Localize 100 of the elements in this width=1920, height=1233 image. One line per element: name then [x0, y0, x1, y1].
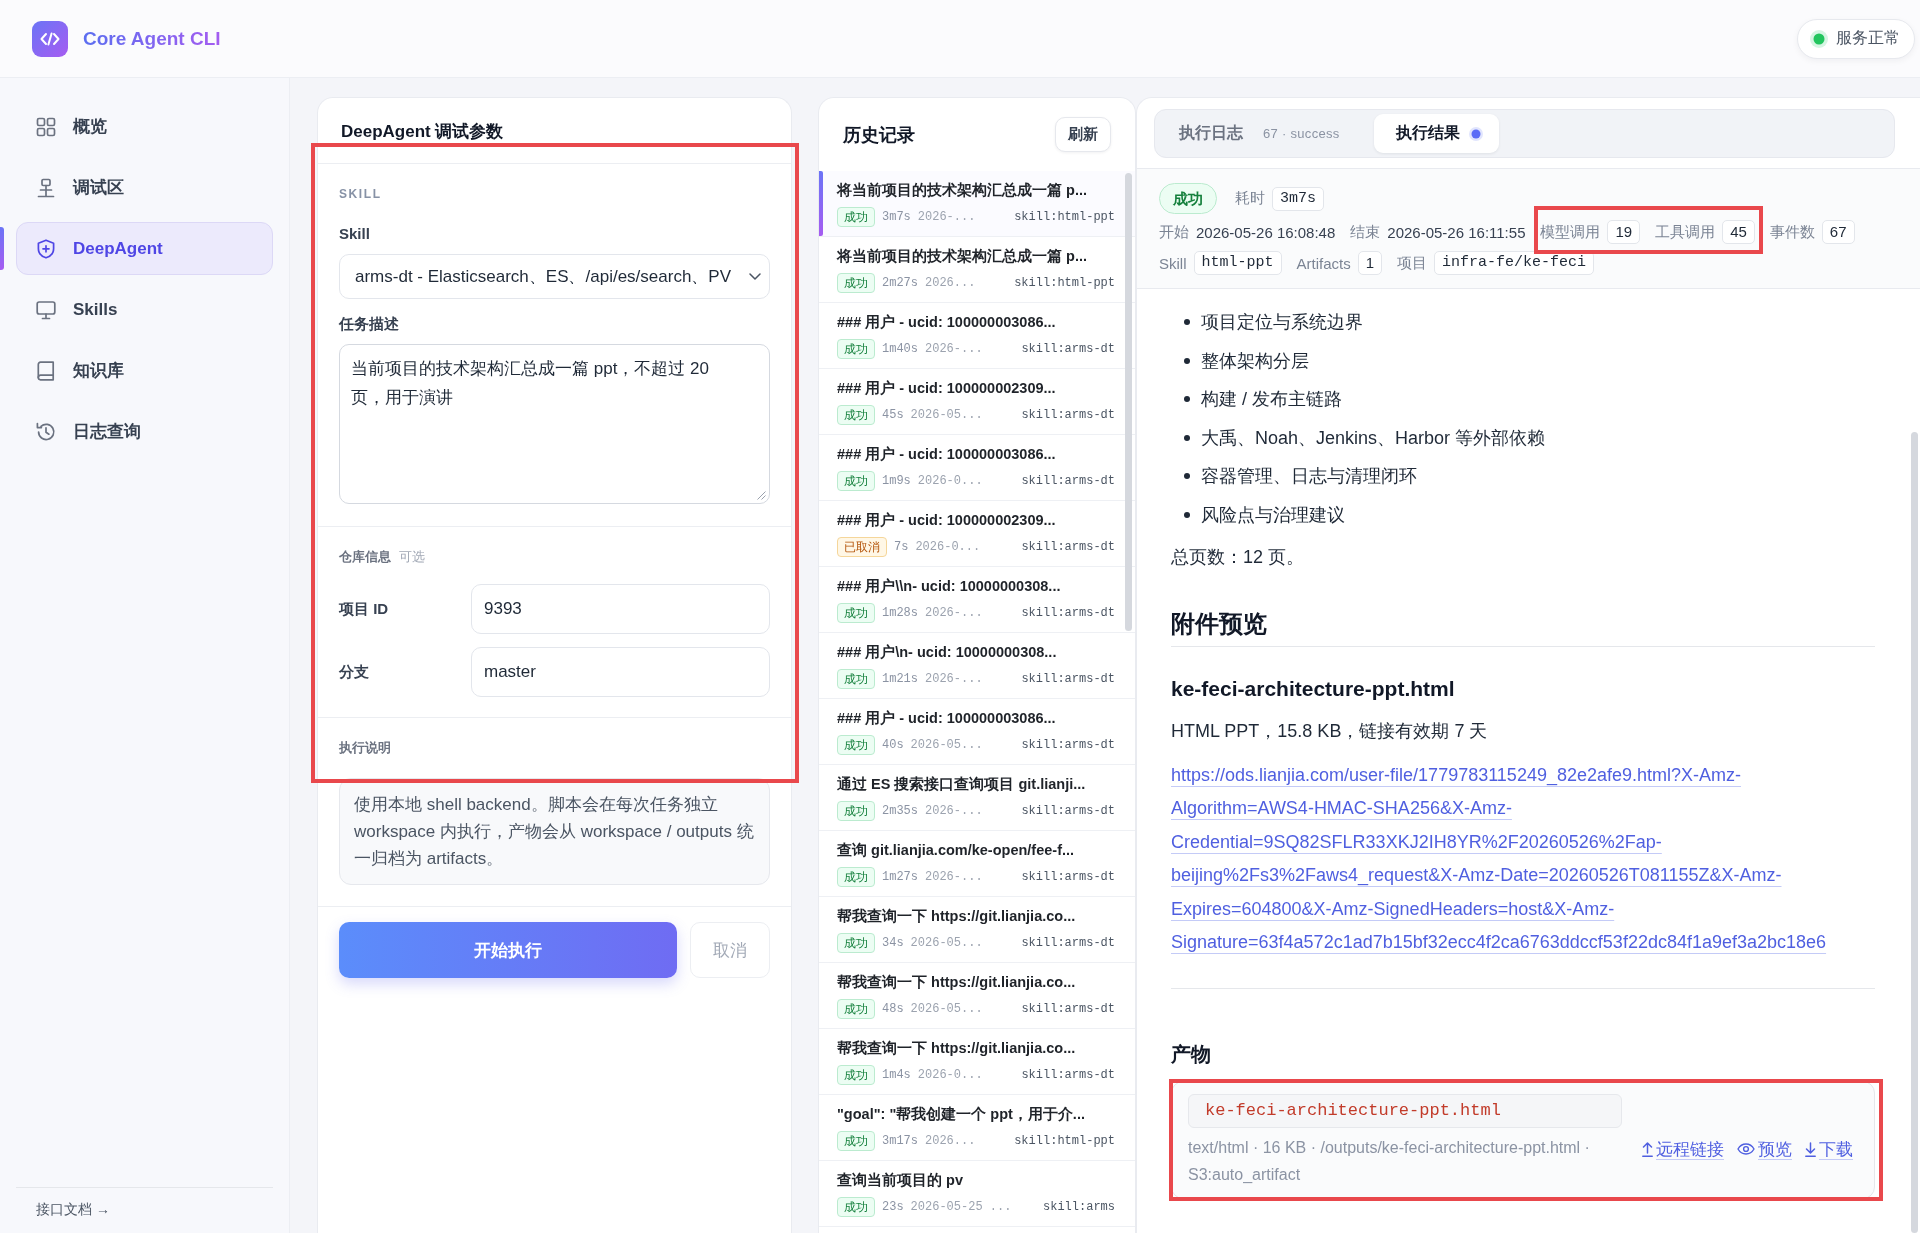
skill-select[interactable]: arms-dt - Elasticsearch、ES、/api/es/search、PV	[339, 254, 770, 299]
status-badge: 成功	[837, 207, 875, 227]
status-badge: 成功	[837, 1065, 875, 1085]
history-item[interactable]: "goal": "帮我创建一个 ppt，用于介... 成功 3m17s 2026... skill:html-ppt	[819, 1095, 1135, 1161]
scrollbar-thumb[interactable]	[1125, 173, 1132, 631]
scrollbar-thumb[interactable]	[1911, 432, 1918, 1233]
history-title: ### 用户 - ucid: 100000002309...	[837, 511, 1056, 530]
pedestal-icon	[36, 177, 56, 198]
eye-icon	[1737, 1143, 1755, 1156]
list-item-text: 风险点与治理建议	[1201, 503, 1345, 527]
date-text: 2026-05...	[910, 408, 983, 422]
nav-item[interactable]: Skills	[16, 283, 273, 336]
history-title: 帮我查询一下 https://git.lianjia.co...	[837, 907, 1076, 926]
date-text: 2026-...	[925, 804, 983, 818]
run-button[interactable]: 开始执行	[339, 922, 678, 978]
history-title: ### 用户 - ucid: 100000002309...	[837, 379, 1056, 398]
status-badge: 成功	[837, 471, 875, 491]
section-label: 仓库信息	[339, 548, 391, 566]
status-badge: 已取消	[837, 537, 887, 557]
date-text: 2026-05-25 ...	[910, 1200, 1012, 1214]
body-text: HTML PPT，15.8 KB，链接有效期 7 天	[1171, 720, 1488, 743]
stat-label: Artifacts	[1296, 254, 1351, 272]
skill-text: skill:arms	[1043, 1200, 1115, 1214]
history-title: 查询当前项目的 pv	[837, 1171, 963, 1190]
history-item[interactable]: 查询当前项目的 pv 成功 23s 2026-05-25 ... skill:arms	[819, 1161, 1135, 1227]
stat-label: Skill	[1159, 254, 1187, 272]
history-item[interactable]: 通过 ES 搜索接口查询项目 git.lianji... 成功 2m35s 2026-... skill:arms-dt	[819, 765, 1135, 831]
file-title: ke-feci-architecture-ppt.html	[1171, 676, 1455, 702]
duration-text: 3m7s	[882, 210, 911, 224]
date-text: 2026-...	[925, 342, 983, 356]
panel-title: DeepAgent 调试参数	[341, 122, 504, 141]
nav-item[interactable]: 知识库	[16, 344, 273, 397]
stat-label: 开始	[1159, 222, 1189, 242]
history-item[interactable]: 帮我查询一下 https://git.lianjia.co... 成功 48s 2026-05... skill:arms-dt	[819, 963, 1135, 1029]
bullet-icon	[1184, 396, 1190, 403]
stat-label: 工具调用	[1655, 222, 1716, 242]
stat-value: 19	[1607, 220, 1641, 244]
skill-text: skill:arms-dt	[1021, 1068, 1115, 1082]
duration-text: 1m9s	[882, 474, 911, 488]
duration-text: 3m17s	[882, 1134, 918, 1148]
status-badge: 成功	[837, 1197, 875, 1217]
stat-value: 2026-05-26 16:11:55	[1387, 223, 1526, 241]
duration-text: 1m21s	[882, 672, 918, 686]
field-label: 项目 ID	[339, 599, 389, 619]
task-field[interactable]: 当前项目的技术架构汇总成一篇 ppt，不超过 20 页，用于演讲	[339, 344, 770, 504]
bullet-icon	[1184, 473, 1190, 480]
bullet-icon	[1184, 357, 1190, 364]
file-meta: text/html · 16 KB · /outputs/ke-feci-architecture-ppt.html · S3:auto_artifact	[1188, 1138, 1591, 1186]
file-link[interactable]: https://ods.lianjia.com/user-file/1779783115249_82e2afe9.html?X-Amz-Algorithm=AWS4-HMAC-SHA256&X-Amz-Credential=9SQ82SFLR33XKJ2IH8YR%2F20260526%2Fap-beijing%2Fs3%2Faws4_request&X-Amz-Date=20260526T081155Z&X-Amz-Expires=604800&X-Amz-SignedHeaders=host&X-Amz-Signature=63f4a572c1ad7b15bf32ecc4f2ca6763ddccf53f22dc84f1a9ef3a2bc18e6	[1171, 759, 1875, 960]
skill-text: skill:html-ppt	[1014, 276, 1115, 290]
stat-value: 1	[1357, 251, 1383, 275]
body-text: 总页数：12 页。	[1171, 546, 1305, 569]
list-item-text: 整体架构分层	[1201, 349, 1309, 373]
duration-text: 1m28s	[882, 606, 918, 620]
history-item[interactable]: 将当前项目的技术架构汇总成一篇 p... 成功 3m7s 2026-... skill:html-ppt	[819, 171, 1135, 237]
stat-label: 项目	[1397, 253, 1428, 273]
refresh-button[interactable]: 刷新	[1055, 117, 1111, 152]
remote-link[interactable]: 远程链接	[1642, 1137, 1724, 1161]
history-title: 将当前项目的技术架构汇总成一篇 p...	[837, 247, 1087, 266]
status-badge: 成功	[837, 1131, 875, 1151]
history-item[interactable]: 查询 git.lianjia.com/ke-open/fee-f... 成功 1m27s 2026-... skill:arms-dt	[819, 831, 1135, 897]
history-title: 帮我查询一下 https://git.lianjia.co...	[837, 973, 1076, 992]
duration-text: 7s	[894, 540, 909, 554]
skill-text: skill:arms-dt	[1021, 1002, 1115, 1016]
tab[interactable]: 执行结果	[1373, 114, 1499, 153]
bullet-icon	[1184, 511, 1190, 518]
history-item[interactable]: 帮我查询一下 https://git.lianjia.co... 成功 34s 2026-05... skill:arms-dt	[819, 897, 1135, 963]
date-text: 2026-...	[925, 606, 983, 620]
status-badge: 成功	[837, 669, 875, 689]
book-icon	[36, 360, 56, 381]
file-name: ke-feci-architecture-ppt.html	[1188, 1094, 1622, 1129]
skill-text: skill:arms-dt	[1021, 804, 1115, 818]
duration-text: 1m27s	[882, 870, 918, 884]
stat-value: 67	[1821, 220, 1855, 244]
selection-indicator	[0, 227, 4, 270]
tab[interactable]: 执行日志 67 · success	[1159, 114, 1360, 153]
history-title: 将当前项目的技术架构汇总成一篇 p...	[837, 181, 1087, 200]
input-field[interactable]: 9393	[471, 584, 770, 634]
panel-title: 历史记录	[843, 123, 915, 147]
stat-value: 2026-05-26 16:08:48	[1196, 223, 1336, 241]
duration-text: 23s	[882, 1200, 904, 1214]
download-link[interactable]: 下载	[1805, 1137, 1853, 1161]
history-item[interactable]: 帮我查询一下 https://git.lianjia.co... 成功 1m4s 2026-0... skill:arms-dt	[819, 1029, 1135, 1095]
history-title: ### 用户\n- ucid: 10000000308...	[837, 643, 1057, 662]
history-title: ### 用户 - ucid: 100000003086...	[837, 445, 1056, 464]
history-title: ### 用户 - ucid: 100000003086...	[837, 709, 1056, 728]
status-badge: 成功	[837, 273, 875, 293]
duration-text: 40s	[882, 738, 904, 752]
grid-icon	[36, 116, 56, 137]
date-text: 2026-05...	[910, 1002, 983, 1016]
history-item[interactable]: ### 用户\n- ucid: 10000000308... 成功 1m21s 2026-... skill:arms-dt	[819, 633, 1135, 699]
api-docs-link[interactable]: 接口文档 →	[36, 1201, 110, 1217]
stat-value: 45	[1722, 220, 1755, 244]
history-item[interactable]: ### 用户 - ucid: 100000003086... 成功 40s 2026-05... skill:arms-dt	[819, 699, 1135, 765]
nav-item[interactable]: 概览	[16, 100, 273, 153]
preview-link[interactable]: 预览	[1737, 1137, 1792, 1161]
nav-item[interactable]: 日志查询	[16, 405, 273, 458]
history-icon	[36, 421, 56, 442]
nav-item[interactable]: 调试区	[16, 161, 273, 214]
input-field[interactable]: master	[471, 647, 770, 697]
